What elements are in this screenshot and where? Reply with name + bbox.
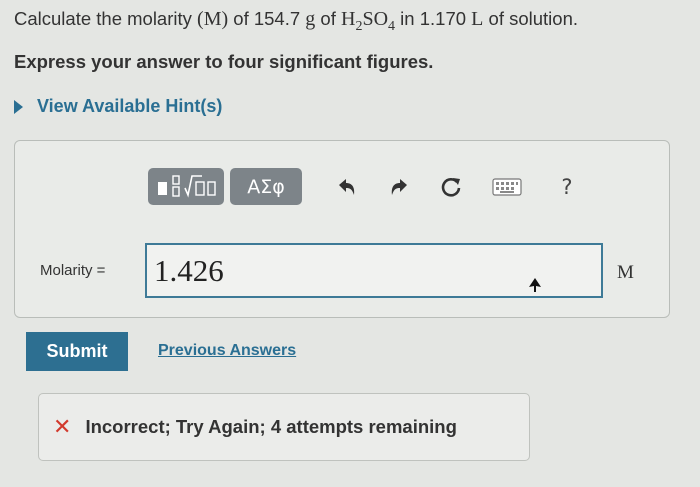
templates-icon bbox=[158, 174, 216, 198]
keyboard-icon[interactable] bbox=[490, 174, 524, 200]
feedback-text: Incorrect; Try Again; 4 attempts remaini… bbox=[85, 416, 457, 437]
question-mass: of 154.7 bbox=[228, 8, 306, 29]
reset-icon[interactable] bbox=[438, 174, 464, 200]
liter-unit: L bbox=[471, 8, 484, 30]
previous-answers-link[interactable]: Previous Answers bbox=[158, 342, 296, 360]
math-toolbar: ΑΣφ ? bbox=[148, 168, 580, 205]
molarity-label: Molarity = bbox=[40, 262, 106, 279]
submit-button[interactable]: Submit bbox=[26, 332, 128, 371]
question-volume: in 1.170 bbox=[395, 8, 472, 29]
formula-h: H bbox=[341, 8, 356, 30]
close-x-icon: ✕ bbox=[53, 414, 72, 440]
question-prefix: Calculate the molarity bbox=[14, 8, 198, 29]
cursor-arrow-icon bbox=[529, 278, 541, 292]
feedback-box: ✕ Incorrect; Try Again; 4 attempts remai… bbox=[38, 393, 530, 461]
instruction-text: Express your answer to four significant … bbox=[14, 51, 434, 72]
gram-unit: g bbox=[305, 8, 316, 30]
help-button[interactable]: ? bbox=[554, 174, 580, 200]
redo-icon[interactable] bbox=[386, 174, 412, 200]
molarity-symbol: (M) bbox=[197, 8, 229, 30]
undo-icon[interactable] bbox=[334, 174, 360, 200]
hint-link[interactable]: View Available Hint(s) bbox=[14, 96, 222, 117]
triangle-right-icon bbox=[14, 99, 23, 114]
formula-so: SO bbox=[362, 8, 389, 30]
question-suffix: of solution. bbox=[483, 8, 579, 29]
greek-symbols-button[interactable]: ΑΣφ bbox=[230, 168, 302, 205]
question-text: Calculate the molarity (M) of 154.7 g of… bbox=[14, 8, 578, 35]
formula-o-subscript: 4 bbox=[388, 19, 396, 34]
unit-label: M bbox=[617, 262, 634, 283]
chemical-formula: H2SO4 bbox=[341, 8, 395, 34]
question-of: of bbox=[315, 8, 342, 29]
templates-button[interactable] bbox=[148, 168, 224, 205]
hint-link-label: View Available Hint(s) bbox=[37, 96, 223, 116]
answer-box: ΑΣφ ? Molarity = 1.426 M bbox=[14, 140, 670, 318]
